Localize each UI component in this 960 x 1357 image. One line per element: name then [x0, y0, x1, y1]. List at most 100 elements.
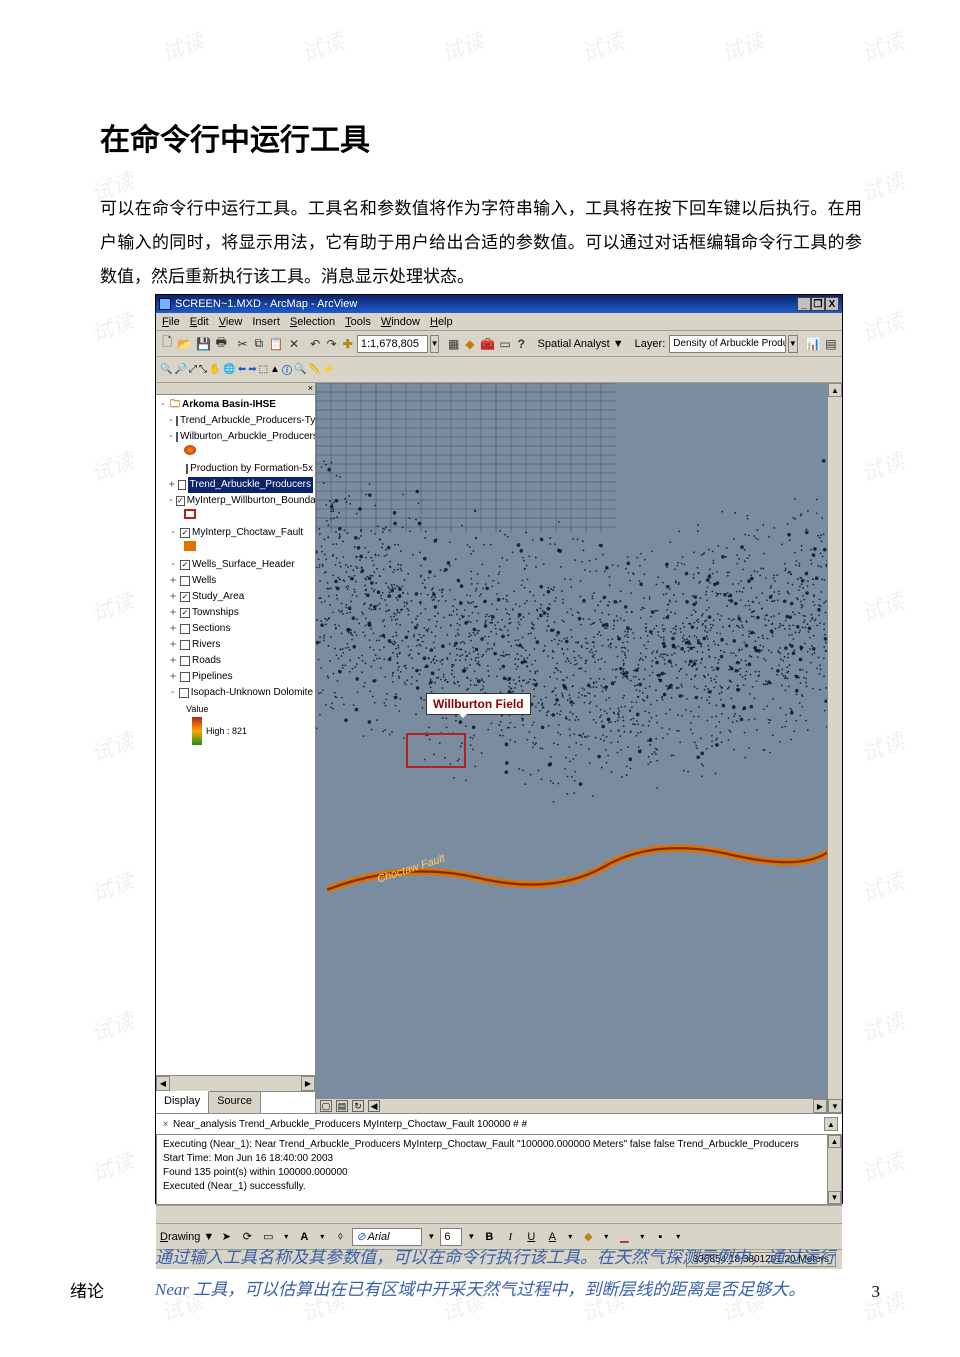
spacer	[156, 1205, 842, 1223]
toc-item[interactable]: +✓Study_Area	[156, 589, 315, 605]
hyperlink-icon[interactable]: ⚡	[323, 364, 335, 375]
map-hscroll[interactable]: ▢ ▤ ↻ ◀ ▶	[316, 1098, 827, 1113]
measure-icon[interactable]: 📏	[308, 364, 320, 375]
data-view-icon[interactable]: ▢	[320, 1100, 332, 1112]
save-icon[interactable]: 💾	[195, 335, 212, 353]
willburton-boundary	[406, 733, 466, 768]
toc-item[interactable]: -Isopach-Unknown Dolomite	[156, 685, 315, 701]
toc-item[interactable]: -✓MyInterp_Willburton_Boundary	[156, 493, 315, 509]
menu-file[interactable]: File	[162, 316, 180, 328]
toc-item[interactable]: -Wilburton_Arbuckle_Producers	[156, 429, 315, 445]
cut-icon[interactable]: ✂	[235, 335, 249, 353]
scroll-up-icon[interactable]: ▲	[828, 383, 842, 397]
print-icon[interactable]: 🖶	[214, 335, 228, 353]
toc-tree[interactable]: -🗀 Arkoma Basin-IHSE -Trend_Arbuckle_Pro…	[156, 395, 315, 1075]
spatial-analyst-label[interactable]: Spatial Analyst ▼	[536, 338, 626, 350]
redo-icon[interactable]: ↷	[324, 335, 338, 353]
toc-item[interactable]: +Trend_Arbuckle_Producers	[156, 477, 315, 493]
identify-icon[interactable]: ⓘ	[282, 362, 292, 377]
scale-input[interactable]: 1:1,678,805	[357, 335, 428, 353]
toc-item[interactable]: +Pipelines	[156, 669, 315, 685]
willburton-callout: Willburton Field	[426, 693, 531, 715]
toc-root[interactable]: -🗀 Arkoma Basin-IHSE	[156, 397, 315, 413]
find-icon[interactable]: 🔍	[294, 364, 306, 375]
toc-item[interactable]: +Wells	[156, 573, 315, 589]
select-elements-icon[interactable]: ▲	[270, 364, 280, 375]
new-icon[interactable]: 🗋	[160, 335, 174, 353]
help-icon[interactable]: ?	[514, 335, 528, 353]
refresh-icon[interactable]: ↻	[352, 1100, 364, 1112]
arctoolbox-icon[interactable]: 🧰	[479, 335, 496, 353]
toc-close-icon[interactable]: ×	[156, 383, 315, 395]
arccatalog-icon[interactable]: ◆	[463, 335, 477, 353]
page-number: 3	[872, 1282, 881, 1302]
scroll-right-icon[interactable]: ▶	[301, 1076, 315, 1091]
menu-tools[interactable]: Tools	[345, 316, 371, 328]
toc-tab-source[interactable]: Source	[209, 1092, 261, 1113]
copy-icon[interactable]: ⧉	[252, 335, 266, 353]
fixed-zoom-out-icon[interactable]: ⤡	[199, 364, 207, 375]
menu-selection[interactable]: Selection	[290, 316, 335, 328]
toc-item[interactable]: -Trend_Arbuckle_Producers-Typ	[156, 413, 315, 429]
scroll-left-icon[interactable]: ◀	[156, 1076, 170, 1091]
scale-dropdown-icon[interactable]: ▼	[430, 335, 440, 353]
menu-insert[interactable]: Insert	[252, 316, 280, 328]
command-line-icon[interactable]: ▭	[498, 335, 512, 353]
map-vscroll[interactable]: ▲ ▼	[827, 383, 842, 1113]
cmd-close-icon[interactable]: ×	[160, 1119, 171, 1130]
close-button[interactable]: X	[825, 297, 839, 311]
menu-edit[interactable]: Edit	[190, 316, 209, 328]
scroll-down-icon[interactable]: ▼	[828, 1099, 842, 1113]
drawing-menu[interactable]: Drawing ▼	[160, 1231, 214, 1243]
toc-item[interactable]: +Rivers	[156, 637, 315, 653]
toc-hscroll[interactable]: ◀ ▶	[156, 1075, 315, 1091]
menu-window[interactable]: Window	[381, 316, 420, 328]
select-features-icon[interactable]: ⬚	[259, 364, 268, 375]
zoom-out-icon[interactable]: 🔎	[174, 364, 186, 375]
toc-item[interactable]: +Sections	[156, 621, 315, 637]
menu-help[interactable]: Help	[430, 316, 453, 328]
histogram-icon[interactable]: 📊	[805, 335, 822, 353]
message-line: Found 135 point(s) within 100000.000000	[163, 1166, 835, 1180]
msg-scroll-up-icon[interactable]: ▲	[828, 1135, 841, 1148]
toc-tabs[interactable]: Display Source	[156, 1091, 315, 1113]
layer-label: Layer:	[633, 338, 668, 350]
message-vscroll[interactable]: ▲ ▼	[827, 1135, 841, 1204]
layout-view-icon[interactable]: ▤	[336, 1100, 348, 1112]
fixed-zoom-in-icon[interactable]: ⤢	[189, 364, 197, 375]
layer-dropdown-icon[interactable]: ▼	[788, 335, 798, 353]
open-icon[interactable]: 📂	[176, 335, 193, 353]
pan-icon[interactable]: ✋	[209, 364, 221, 375]
toc-tab-display[interactable]: Display	[156, 1091, 209, 1113]
add-data-icon[interactable]: ✚	[341, 335, 355, 353]
editor-icon[interactable]: ▦	[447, 335, 461, 353]
menubar[interactable]: File Edit View Insert Selection Tools Wi…	[156, 313, 842, 331]
toc-item[interactable]: -✓MyInterp_Choctaw_Fault	[156, 525, 315, 541]
toc-item[interactable]: +Roads	[156, 653, 315, 669]
delete-icon[interactable]: ✕	[287, 335, 301, 353]
forward-extent-icon[interactable]: ➡	[248, 364, 256, 375]
raster-calc-icon[interactable]: ▤	[824, 335, 838, 353]
maximize-button[interactable]: ❐	[811, 297, 825, 311]
msg-scroll-down-icon[interactable]: ▼	[828, 1191, 841, 1204]
toc-item[interactable]: Production by Formation-5x	[156, 461, 315, 477]
titlebar[interactable]: SCREEN~1.MXD - ArcMap - ArcView _ ❐ X	[156, 295, 842, 313]
paste-icon[interactable]: 📋	[268, 335, 285, 353]
pause-draw-icon[interactable]: ◀	[368, 1100, 380, 1112]
full-extent-icon[interactable]: 🌐	[223, 364, 235, 375]
menu-view[interactable]: View	[219, 316, 243, 328]
zoom-in-icon[interactable]: 🔍	[160, 364, 172, 375]
value-label: Value	[186, 701, 315, 717]
minimize-button[interactable]: _	[797, 297, 811, 311]
window-title: SCREEN~1.MXD - ArcMap - ArcView	[175, 298, 357, 310]
map-view[interactable]: Choctaw Fault Willburton Field ▲ ▼ ▢ ▤ ↻…	[316, 383, 842, 1113]
back-extent-icon[interactable]: ⬅	[238, 364, 246, 375]
command-line-bar[interactable]: × Near_analysis Trend_Arbuckle_Producers…	[156, 1113, 842, 1135]
cmd-history-icon[interactable]: ▲	[824, 1117, 838, 1131]
layer-select[interactable]: Density of Arbuckle Producers	[669, 335, 786, 353]
undo-icon[interactable]: ↶	[308, 335, 322, 353]
toc-item[interactable]: -✓Wells_Surface_Header	[156, 557, 315, 573]
command-input-text[interactable]: Near_analysis Trend_Arbuckle_Producers M…	[173, 1119, 527, 1130]
toc-item[interactable]: +✓Townships	[156, 605, 315, 621]
scroll-right-map-icon[interactable]: ▶	[813, 1099, 827, 1113]
